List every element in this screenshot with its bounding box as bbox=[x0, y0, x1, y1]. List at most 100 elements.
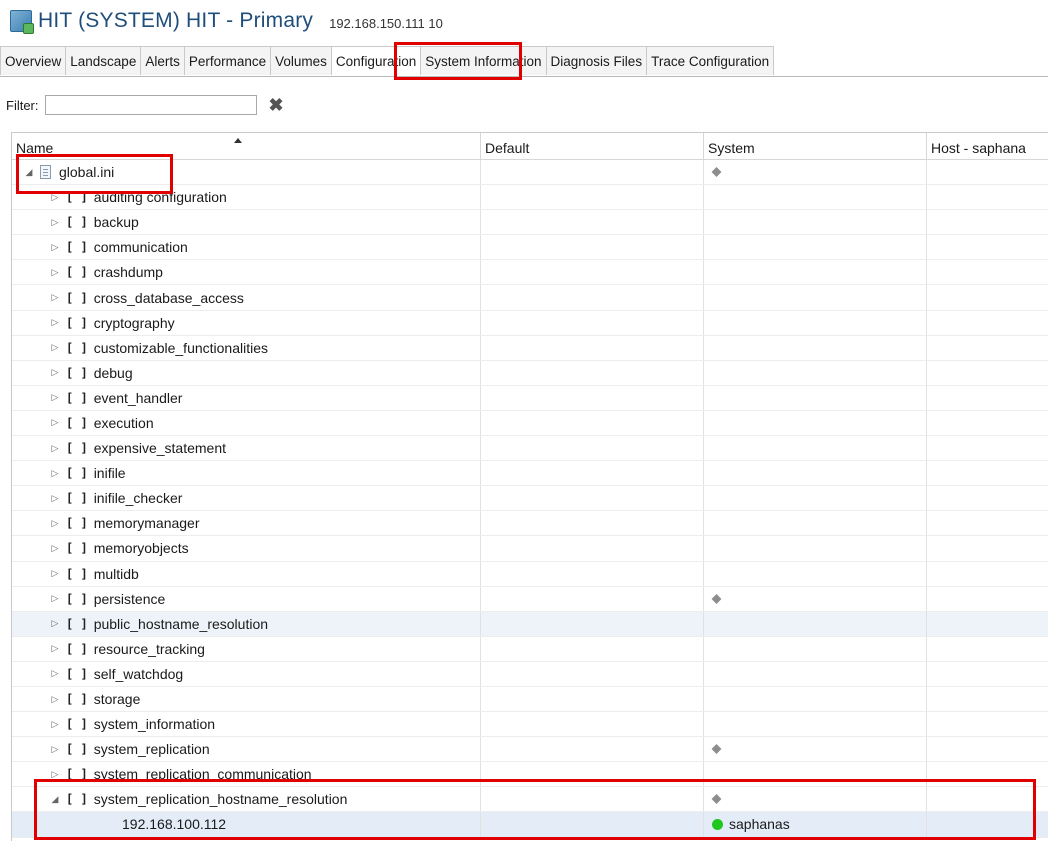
expand-triangle-icon[interactable]: ▷ bbox=[50, 342, 60, 353]
table-row[interactable]: ▷ [ ] public_hostname_resolution bbox=[12, 611, 1048, 637]
table-row[interactable]: ◢ [ ] system_replication_hostname_resoluti… bbox=[12, 787, 1048, 813]
table-row[interactable]: ▷ [ ] system_replication_communication bbox=[12, 762, 1048, 788]
expand-triangle-icon[interactable]: ▷ bbox=[50, 668, 60, 679]
name-cell: ▷ [ ] inifile_checker bbox=[12, 486, 481, 511]
row-label: self_watchdog bbox=[93, 665, 184, 682]
table-row[interactable]: ▷ [ ] expensive_statement bbox=[12, 436, 1048, 462]
system-cell bbox=[704, 561, 927, 586]
expand-triangle-icon[interactable]: ▷ bbox=[50, 643, 60, 654]
default-cell bbox=[481, 160, 704, 185]
row-label: public_hostname_resolution bbox=[93, 615, 269, 632]
expand-triangle-icon[interactable]: ▷ bbox=[50, 443, 60, 454]
expand-triangle-icon[interactable]: ▷ bbox=[50, 618, 60, 629]
table-row[interactable]: ▷ [ ] memorymanager bbox=[12, 511, 1048, 537]
expand-triangle-icon[interactable]: ▷ bbox=[50, 568, 60, 579]
system-cell bbox=[704, 185, 927, 210]
column-header-name[interactable]: Name bbox=[12, 133, 481, 159]
tab-overview[interactable]: Overview bbox=[0, 46, 67, 75]
expand-triangle-icon[interactable]: ▷ bbox=[50, 292, 60, 303]
name-cell: ▷ [ ] auditing configuration bbox=[12, 185, 481, 210]
collapse-triangle-icon[interactable]: ◢ bbox=[24, 167, 34, 178]
table-row[interactable]: ▷ [ ] inifile_checker bbox=[12, 486, 1048, 512]
host-cell bbox=[927, 536, 1048, 560]
table-row[interactable]: ▷ [ ] debug bbox=[12, 360, 1048, 386]
expand-triangle-icon[interactable]: ▷ bbox=[50, 744, 60, 755]
parameter-name: 192.168.100.112 bbox=[122, 816, 227, 833]
table-row[interactable]: ▷ [ ] persistence bbox=[12, 586, 1048, 612]
name-cell: ▷ [ ] system_information bbox=[12, 712, 481, 737]
table-row[interactable]: ▷ [ ] communication bbox=[12, 235, 1048, 261]
expand-triangle-icon[interactable]: ▷ bbox=[50, 367, 60, 378]
expand-triangle-icon[interactable]: ▷ bbox=[50, 417, 60, 428]
expand-triangle-icon[interactable]: ▷ bbox=[50, 518, 60, 529]
expand-triangle-icon[interactable]: ▷ bbox=[50, 694, 60, 705]
expand-triangle-icon[interactable]: ▷ bbox=[50, 217, 60, 228]
tab-performance[interactable]: Performance bbox=[183, 46, 272, 75]
table-row[interactable]: ▷ [ ] system_information bbox=[12, 712, 1048, 738]
table-row[interactable]: ◢ global.ini bbox=[12, 160, 1048, 186]
expand-triangle-icon[interactable]: ▷ bbox=[50, 317, 60, 328]
table-row[interactable]: ▷ [ ] backup bbox=[12, 210, 1048, 236]
name-content: ▷ [ ] public_hostname_resolution bbox=[50, 612, 269, 636]
tab-diagnosis-files[interactable]: Diagnosis Files bbox=[545, 46, 648, 75]
table-row[interactable]: ▷ [ ] auditing configuration bbox=[12, 185, 1048, 211]
column-header-system[interactable]: System bbox=[704, 133, 927, 159]
clear-filter-icon[interactable]: ✖ bbox=[269, 96, 284, 114]
name-content: ▷ [ ] system_replication bbox=[50, 737, 210, 761]
table-row[interactable]: ▷ [ ] system_replication bbox=[12, 737, 1048, 763]
table-row[interactable]: ▷ [ ] memoryobjects bbox=[12, 536, 1048, 562]
expand-triangle-icon[interactable]: ▷ bbox=[50, 392, 60, 403]
table-row[interactable]: ▷ [ ] multidb bbox=[12, 561, 1048, 587]
expand-triangle-icon[interactable]: ▷ bbox=[50, 242, 60, 253]
name-cell: ▷ [ ] debug bbox=[12, 360, 481, 385]
table-row[interactable]: ▷ [ ] execution bbox=[12, 410, 1048, 437]
expand-triangle-icon[interactable]: ▷ bbox=[50, 192, 60, 203]
expand-triangle-icon[interactable]: ▷ bbox=[50, 267, 60, 278]
default-cell bbox=[481, 611, 704, 636]
tab-trace-configuration[interactable]: Trace Configuration bbox=[646, 46, 775, 75]
table-row[interactable]: ▷ [ ] event_handler bbox=[12, 385, 1048, 411]
expand-triangle-icon[interactable]: ▷ bbox=[50, 493, 60, 504]
parameter-row[interactable]: 192.168.100.112 saphanas bbox=[12, 812, 1048, 838]
row-label: cryptography bbox=[93, 314, 175, 331]
table-row[interactable]: ▷ [ ] self_watchdog bbox=[12, 661, 1048, 687]
expand-triangle-icon[interactable]: ▷ bbox=[50, 719, 60, 730]
collapse-triangle-icon[interactable]: ◢ bbox=[50, 794, 60, 805]
row-label: system_replication_communication bbox=[93, 766, 312, 783]
filter-input[interactable] bbox=[44, 95, 257, 115]
host-cell bbox=[927, 662, 1048, 686]
expand-triangle-icon[interactable]: ▷ bbox=[50, 543, 60, 554]
table-row[interactable]: ▷ [ ] storage bbox=[12, 686, 1048, 713]
name-cell: ▷ [ ] cross_database_access bbox=[12, 285, 481, 310]
system-cell bbox=[704, 410, 927, 436]
host-cell bbox=[927, 486, 1048, 510]
default-cell bbox=[481, 385, 704, 410]
default-cell bbox=[481, 360, 704, 385]
column-header-default[interactable]: Default bbox=[481, 133, 704, 159]
tab-volumes[interactable]: Volumes bbox=[270, 46, 332, 75]
tab-landscape[interactable]: Landscape bbox=[65, 46, 142, 75]
table-row[interactable]: ▷ [ ] inifile bbox=[12, 461, 1048, 487]
row-label: system_replication_hostname_resolution bbox=[93, 791, 348, 808]
tab-system-information[interactable]: System Information bbox=[420, 46, 547, 75]
table-row[interactable]: ▷ [ ] crashdump bbox=[12, 260, 1048, 286]
name-content: ▷ [ ] resource_tracking bbox=[50, 637, 205, 661]
system-cell bbox=[704, 210, 927, 235]
section-icon: [ ] bbox=[66, 466, 88, 481]
system-cell bbox=[704, 160, 927, 185]
expand-triangle-icon[interactable]: ▷ bbox=[50, 769, 60, 780]
column-header-host[interactable]: Host - saphana bbox=[927, 133, 1048, 159]
expand-triangle-icon[interactable]: ▷ bbox=[50, 593, 60, 604]
default-cell bbox=[481, 486, 704, 511]
table-row[interactable]: ▷ [ ] cryptography bbox=[12, 310, 1048, 336]
system-cell bbox=[704, 285, 927, 310]
table-row[interactable]: ▷ [ ] resource_tracking bbox=[12, 636, 1048, 662]
table-row[interactable]: ▷ [ ] customizable_functionalities bbox=[12, 335, 1048, 361]
tab-alerts[interactable]: Alerts bbox=[140, 46, 185, 75]
default-cell bbox=[481, 461, 704, 486]
expand-triangle-icon[interactable]: ▷ bbox=[50, 468, 60, 479]
section-icon: [ ] bbox=[66, 265, 88, 280]
table-row[interactable]: ▷ [ ] cross_database_access bbox=[12, 285, 1048, 311]
tab-configuration[interactable]: Configuration bbox=[330, 46, 422, 75]
section-icon: [ ] bbox=[66, 742, 88, 757]
